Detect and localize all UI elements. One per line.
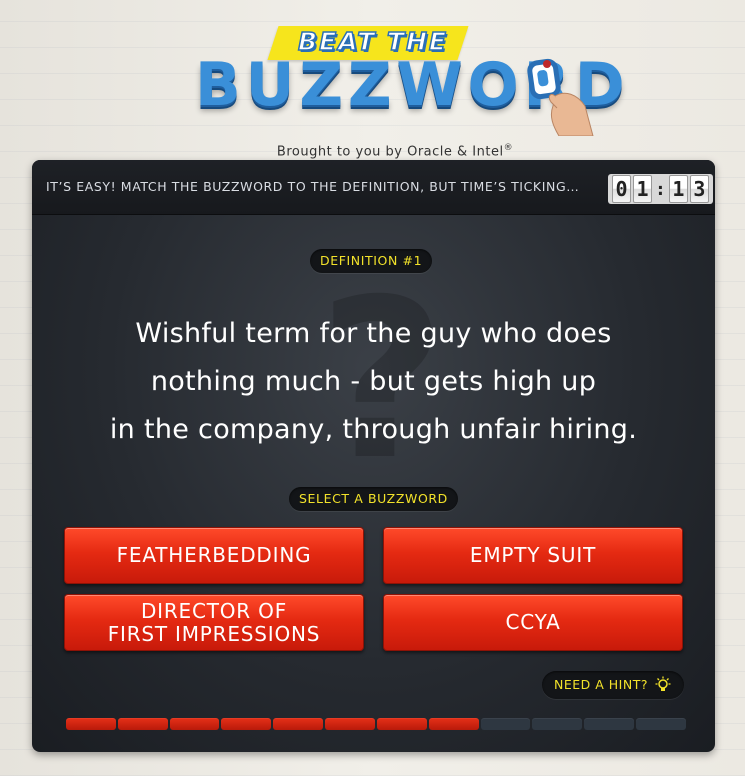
definition-line: Wishful term for the guy who does [135, 318, 612, 349]
progress-segment [532, 718, 583, 730]
select-buzzword-label: SELECT A BUZZWORD [289, 487, 458, 511]
answer-label: FEATHERBEDDING [116, 543, 312, 567]
timer-separator: : [655, 178, 666, 200]
timer-digit: 1 [633, 175, 652, 203]
definition-label: DEFINITION #1 [310, 249, 433, 273]
progress-bar [66, 718, 686, 730]
answer-button-featherbedding[interactable]: FEATHERBEDDING [64, 527, 364, 584]
answer-label: FIRST IMPRESSIONS [107, 621, 321, 646]
logo: BEAT THE BUZZWORD Brought to you by Orac… [195, 18, 625, 159]
hint-label: NEED A HINT? [554, 677, 648, 692]
timer-digit: 1 [668, 175, 688, 203]
progress-segment [584, 718, 635, 730]
game-panel: IT’S EASY! MATCH THE BUZZWORD TO THE DEF… [32, 160, 715, 752]
answer-button-empty-suit[interactable]: EMPTY SUIT [383, 527, 683, 584]
hand-holding-letter-icon [527, 58, 594, 136]
panel-header: IT’S EASY! MATCH THE BUZZWORD TO THE DEF… [32, 160, 715, 215]
lightbulb-icon [655, 676, 671, 691]
hint-button[interactable]: NEED A HINT? [542, 671, 684, 699]
answer-button-ccya[interactable]: CCYA [383, 594, 683, 651]
tagline-text: Brought to you by Oracle & Intel [276, 144, 504, 160]
answer-label: DIRECTOR OF [140, 598, 288, 623]
registered-mark: ® [503, 143, 514, 153]
answer-button-director-of-first-impressions[interactable]: DIRECTOR OF FIRST IMPRESSIONS [64, 594, 364, 651]
answer-label: CCYA [505, 610, 561, 634]
countdown-timer: 0 1 : 1 3 [608, 174, 713, 204]
definition-text: Wishful term for the guy who does nothin… [72, 310, 675, 454]
progress-segment [221, 718, 272, 730]
progress-segment [169, 718, 220, 730]
progress-segment [117, 718, 168, 730]
progress-segment [376, 718, 427, 730]
progress-segment [66, 718, 116, 730]
answer-label: EMPTY SUIT [469, 543, 597, 567]
timer-digit: 0 [612, 175, 631, 203]
definition-line: in the company, through unfair hiring. [109, 414, 638, 445]
definition-line: nothing much - but gets high up [150, 366, 597, 397]
progress-segment [428, 718, 479, 730]
progress-segment [325, 718, 375, 730]
instructions-text: IT’S EASY! MATCH THE BUZZWORD TO THE DEF… [46, 179, 580, 194]
progress-segment [636, 718, 686, 730]
tagline: Brought to you by Oracle & Intel® [195, 143, 595, 159]
progress-segment [273, 718, 324, 730]
timer-digit: 3 [689, 175, 709, 203]
progress-segment [480, 718, 531, 730]
